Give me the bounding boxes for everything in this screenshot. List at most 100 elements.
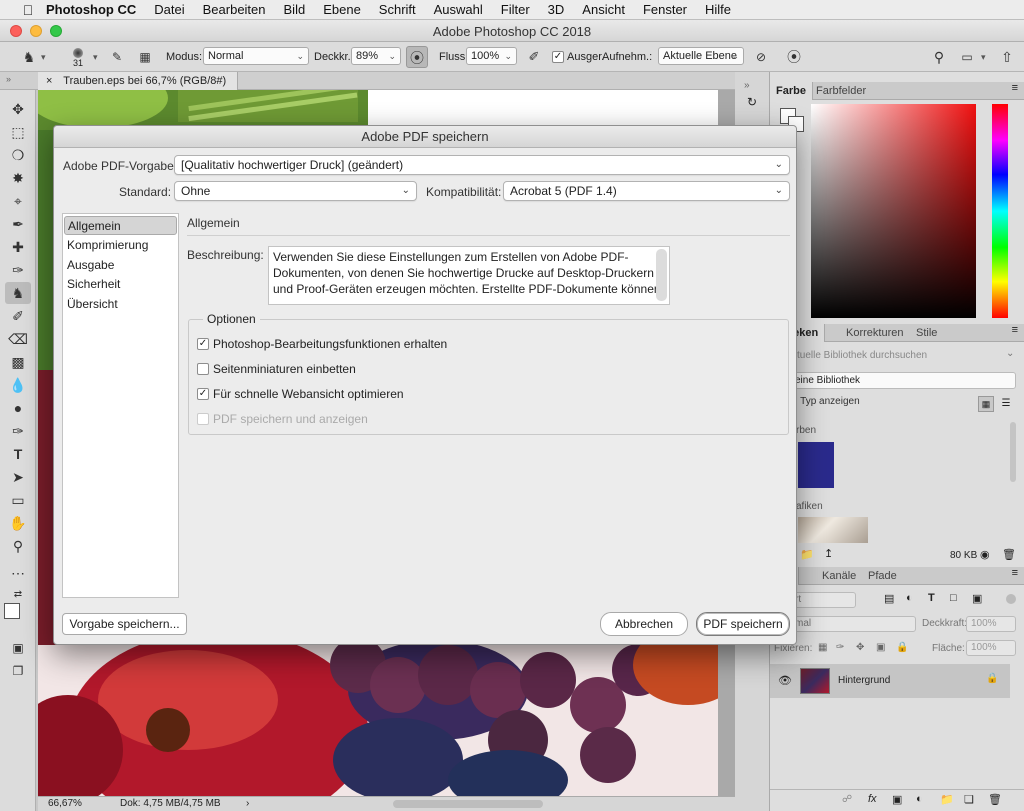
menu-bild[interactable]: Bild [284,2,306,17]
share-icon[interactable]: ⇧ [996,46,1018,68]
compat-select[interactable]: Acrobat 5 (PDF 1.4) ⌄ [503,181,790,201]
healing-brush-tool-icon[interactable]: ✚ [5,236,31,258]
trash-icon[interactable]: 🗑 [1002,548,1016,561]
clone-stamp-tool-icon[interactable]: ♞ [5,282,31,304]
blur-tool-icon[interactable]: 💧 [5,374,31,396]
description-scrollbar[interactable] [656,249,667,301]
horizontal-scrollbar[interactable] [393,800,543,808]
checkbox-checked[interactable]: ✓ [197,388,209,400]
layer-mask-icon[interactable]: ▣ [892,793,902,806]
clone-stamp-preset-icon[interactable]: ♞ [18,46,40,68]
flaeche-input[interactable]: 100% [966,640,1016,656]
search-icon[interactable]: ⚲ [928,46,950,68]
fluss-input[interactable]: 100% ⌄ [466,47,517,65]
upload-icon[interactable]: ↥ [824,547,833,560]
panel-menu-icon[interactable]: ≡ [1012,82,1018,94]
filter-adjustment-icon[interactable]: ◐ [906,592,913,604]
save-pdf-button[interactable]: PDF speichern [696,612,790,636]
layer-name[interactable]: Hintergrund [838,675,890,686]
hue-slider[interactable] [992,104,1008,318]
menu-schrift[interactable]: Schrift [379,2,416,17]
path-selection-tool-icon[interactable]: ➤ [5,466,31,488]
history-panel-icon[interactable]: ↻ [742,92,762,112]
chevron-down-icon[interactable]: ▾ [41,48,46,67]
link-layers-icon[interactable]: ☍ [842,794,852,805]
eraser-tool-icon[interactable]: ⌫ [5,328,31,350]
filter-type-icon[interactable]: T [928,592,935,604]
library-select[interactable]: eine Bibliothek [790,372,1016,389]
menu-filter[interactable]: Filter [501,2,530,17]
collapse-toolbar-icon[interactable]: » [6,74,11,84]
category-ausgabe[interactable]: Ausgabe [64,256,177,275]
gradient-tool-icon[interactable]: ▩ [5,351,31,373]
checkbox-checked[interactable]: ✓ [197,338,209,350]
blend-mode-select[interactable]: mal [790,616,916,632]
panel-menu-icon[interactable]: ≡ [1012,567,1018,579]
eye-visibility-icon[interactable]: 👁 [778,674,792,687]
delete-layer-icon[interactable]: 🗑 [988,793,1002,806]
deckkr-input[interactable]: 89% ⌄ [351,47,401,65]
zoom-level[interactable]: 66,67% [48,797,82,811]
grid-view-icon[interactable]: ▦ [978,396,994,412]
library-color-swatch[interactable] [798,442,834,488]
marquee-tool-icon[interactable]: ⬚ [5,121,31,143]
hand-tool-icon[interactable]: ✋ [5,512,31,534]
history-brush-tool-icon[interactable]: ✐ [5,305,31,327]
layer-filter-kind-select[interactable]: rt [790,592,856,608]
category-uebersicht[interactable]: Übersicht [64,295,177,314]
filter-pixel-icon[interactable]: ▤ [884,592,894,605]
rectangle-tool-icon[interactable]: ▭ [5,489,31,511]
pen-tool-icon[interactable]: ✑ [5,420,31,442]
layer-style-icon[interactable]: fx [868,793,877,805]
status-menu-arrow[interactable]: › [246,797,249,811]
list-view-icon[interactable]: ☰ [998,396,1014,412]
workspace-icon[interactable]: ▭ [956,46,978,68]
library-search-input[interactable]: ktuelle Bibliothek durchsuchen [792,348,1016,364]
tab-stile[interactable]: Stile [910,324,943,342]
menu-datei[interactable]: Datei [154,2,184,17]
pressure-opacity-icon[interactable]: ⦿ [406,46,428,68]
lock-all-icon[interactable]: 🔒 [896,642,908,653]
more-tools-icon[interactable]: ⋯ [5,562,31,584]
category-komprimierung[interactable]: Komprimierung [64,236,177,255]
chevron-down-icon[interactable]: ▾ [981,48,986,67]
library-scrollbar[interactable] [1010,422,1016,482]
lock-position-icon[interactable]: ✥ [856,642,864,653]
move-tool-icon[interactable]: ✥ [5,98,31,120]
magic-wand-tool-icon[interactable]: ✸ [5,167,31,189]
checkbox-unchecked[interactable] [197,363,209,375]
dodge-tool-icon[interactable]: ● [5,397,31,419]
color-field[interactable] [811,104,976,318]
menu-fenster[interactable]: Fenster [643,2,687,17]
tab-kanaele[interactable]: Kanäle [816,567,862,585]
pressure-size-icon[interactable]: ⦿ [783,46,805,68]
menu-ebene[interactable]: Ebene [323,2,361,17]
filter-shape-icon[interactable]: □ [950,592,957,604]
document-tab[interactable]: × Trauben.eps bei 66,7% (RGB/8#) [38,72,238,90]
layer-row-hintergrund[interactable]: 👁 Hintergrund 🔒 [770,664,1010,698]
zoom-tool-icon[interactable]: ⚲ [5,535,31,557]
close-tab-icon[interactable]: × [46,75,52,87]
tab-pfade[interactable]: Pfade [862,567,903,585]
category-sicherheit[interactable]: Sicherheit [64,275,177,294]
menu-hilfe[interactable]: Hilfe [705,2,731,17]
adjustment-layer-icon[interactable]: ◐ [916,793,923,805]
chevron-down-icon[interactable]: ▾ [93,48,98,67]
filter-smart-object-icon[interactable]: ▣ [972,592,982,605]
menu-bearbeiten[interactable]: Bearbeiten [203,2,266,17]
tab-farbfelder[interactable]: Farbfelder [810,82,872,100]
brush-tool-icon[interactable]: ✑ [5,259,31,281]
tab-farbe[interactable]: Farbe [770,82,813,100]
lock-transparent-icon[interactable]: ▦ [818,642,827,653]
panel-menu-icon[interactable]: ≡ [1012,324,1018,336]
sync-icon[interactable]: ◉ [980,548,990,561]
brush-settings-icon[interactable]: ✎ [106,46,128,68]
library-graphic-thumb[interactable] [798,517,868,543]
filter-toggle-icon[interactable] [1006,594,1016,604]
lasso-tool-icon[interactable]: ❍ [5,144,31,166]
quick-mask-icon[interactable]: ▣ [5,637,31,659]
category-allgemein[interactable]: Allgemein [64,216,177,235]
brush-size-picker[interactable]: 31 [66,46,90,70]
cancel-button[interactable]: Abbrechen [600,612,688,636]
menu-ansicht[interactable]: Ansicht [582,2,625,17]
